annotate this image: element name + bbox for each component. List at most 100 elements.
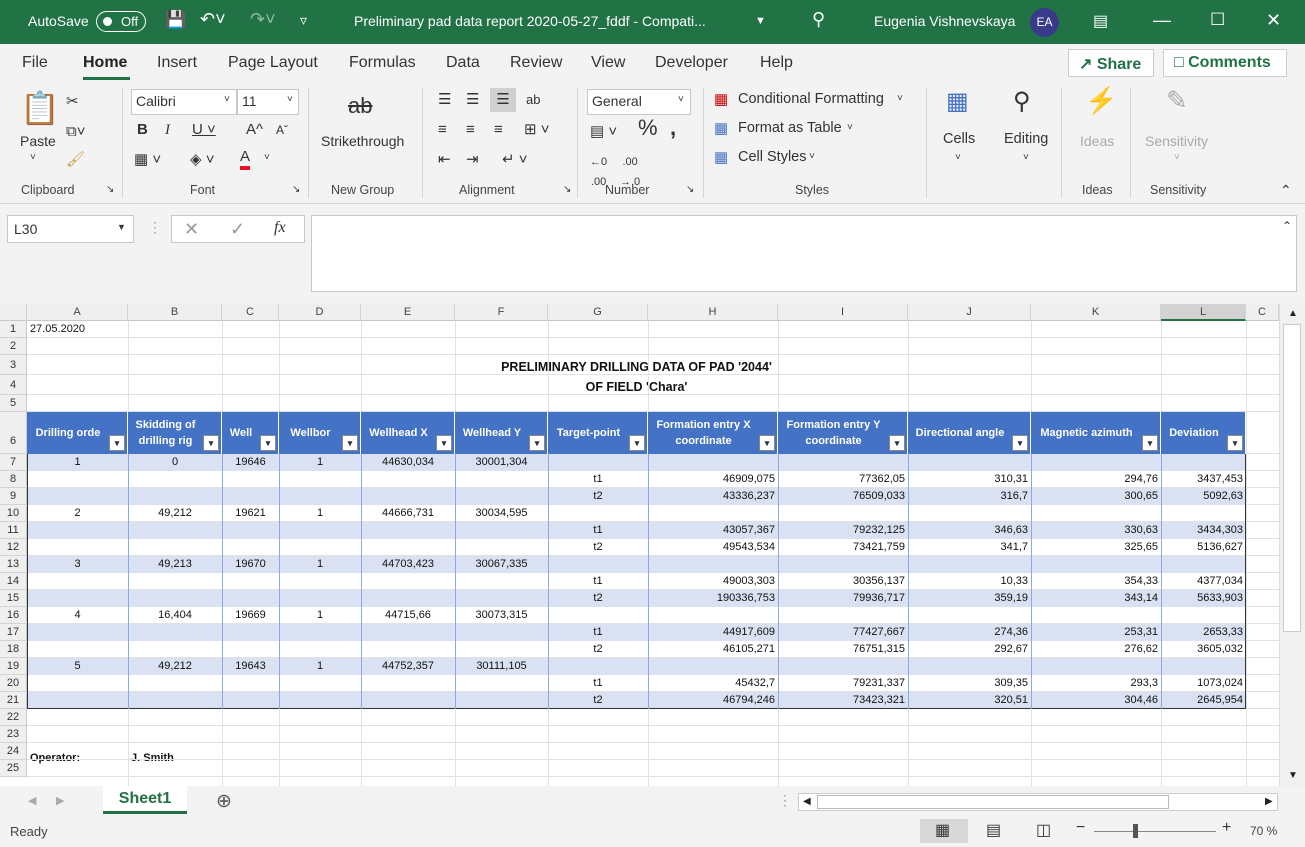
table-cell[interactable] [222, 692, 279, 709]
align-center-icon[interactable]: ≡ [466, 120, 475, 140]
table-cell[interactable]: t1 [548, 522, 648, 539]
table-cell[interactable] [27, 471, 128, 488]
row-header[interactable]: 17 [0, 624, 27, 641]
sheet-tab-sheet1[interactable]: Sheet1 [103, 786, 187, 814]
scroll-down-icon[interactable]: ▼ [1288, 770, 1298, 781]
scroll-left-icon[interactable]: ◀ [803, 796, 811, 807]
column-header-f[interactable]: F [455, 304, 548, 321]
table-cell[interactable]: 45432,7 [648, 675, 778, 692]
table-cell[interactable] [361, 573, 455, 590]
table-cell[interactable] [128, 539, 222, 556]
table-cell[interactable]: 2645,954 [1161, 692, 1246, 709]
table-cell[interactable]: 19643 [222, 658, 279, 675]
normal-view-button[interactable]: ▦ [920, 819, 968, 843]
cut-icon[interactable]: ✂ [66, 92, 79, 112]
column-header-cell[interactable]: Formation entry Y coordinate ▾ [778, 412, 908, 454]
column-header-cell[interactable]: Wellbor ▾ [279, 412, 361, 454]
table-cell[interactable]: 79232,125 [778, 522, 908, 539]
row-header[interactable]: 13 [0, 556, 27, 573]
table-cell[interactable]: t2 [548, 590, 648, 607]
row-header[interactable]: 25 [0, 760, 27, 777]
column-header-cell[interactable]: Directional angle ▾ [908, 412, 1031, 454]
table-cell[interactable] [27, 675, 128, 692]
table-cell[interactable]: 276,62 [1031, 641, 1161, 658]
row-header[interactable]: 15 [0, 590, 27, 607]
align-right-icon[interactable]: ≡ [494, 120, 503, 140]
table-cell[interactable] [361, 488, 455, 505]
table-cell[interactable] [361, 675, 455, 692]
table-cell[interactable] [548, 658, 648, 675]
close-icon[interactable]: ✕ [1266, 10, 1281, 31]
hscroll-thumb[interactable] [817, 795, 1169, 809]
row-header[interactable]: 18 [0, 641, 27, 658]
column-header-g[interactable]: G [548, 304, 648, 321]
table-cell[interactable]: 43336,237 [648, 488, 778, 505]
accounting-format-icon[interactable]: ▤ ˅ [590, 122, 617, 142]
paste-icon[interactable]: 📋 [20, 90, 60, 126]
column-header-cell[interactable]: Well ▾ [222, 412, 279, 454]
tab-developer[interactable]: Developer [655, 54, 728, 72]
expand-formula-icon[interactable]: ⌃ [1282, 219, 1292, 233]
table-cell[interactable]: 359,19 [908, 590, 1031, 607]
row-header[interactable]: 16 [0, 607, 27, 624]
table-cell[interactable] [279, 522, 361, 539]
drag-handle-icon[interactable]: ⋮ [148, 219, 162, 236]
table-cell[interactable] [279, 488, 361, 505]
align-bottom-icon[interactable]: ☰ [490, 88, 516, 112]
filter-dropdown-icon[interactable]: ▾ [759, 435, 775, 451]
zoom-slider-thumb[interactable] [1133, 824, 1138, 838]
cancel-icon[interactable]: ✕ [184, 219, 199, 240]
enter-icon[interactable]: ✓ [230, 219, 245, 240]
table-cell[interactable] [548, 454, 648, 471]
font-name-select[interactable]: Calibri [131, 89, 237, 115]
filter-dropdown-icon[interactable]: ▾ [629, 435, 645, 451]
increase-indent-icon[interactable]: ⇥ [466, 150, 479, 170]
filter-dropdown-icon[interactable]: ▾ [203, 435, 219, 451]
table-cell[interactable] [361, 692, 455, 709]
table-cell[interactable]: 30034,595 [455, 505, 548, 522]
table-cell[interactable]: 1 [279, 607, 361, 624]
row-header[interactable]: 8 [0, 471, 27, 488]
table-cell[interactable]: 19646 [222, 454, 279, 471]
table-cell[interactable]: 44752,357 [361, 658, 455, 675]
table-cell[interactable]: 44703,423 [361, 556, 455, 573]
comma-style-icon[interactable]: , [670, 117, 676, 139]
table-cell[interactable] [908, 607, 1031, 624]
paste-dropdown-icon[interactable]: ˅ [30, 152, 36, 163]
table-cell[interactable] [279, 539, 361, 556]
table-cell[interactable]: t1 [548, 675, 648, 692]
table-cell[interactable]: t2 [548, 539, 648, 556]
cells-button[interactable]: Cells [943, 131, 975, 147]
table-cell[interactable]: t1 [548, 573, 648, 590]
table-cell[interactable] [279, 641, 361, 658]
avatar[interactable]: EA [1030, 8, 1059, 37]
table-cell[interactable] [361, 539, 455, 556]
tab-insert[interactable]: Insert [157, 54, 197, 72]
table-cell[interactable] [455, 692, 548, 709]
table-cell[interactable]: 341,7 [908, 539, 1031, 556]
table-cell[interactable]: 0 [128, 454, 222, 471]
filter-dropdown-icon[interactable]: ▾ [342, 435, 358, 451]
table-cell[interactable]: 1073,024 [1161, 675, 1246, 692]
tab-help[interactable]: Help [760, 54, 793, 72]
title-dropdown-icon[interactable]: ▼ [755, 15, 766, 27]
table-cell[interactable] [778, 658, 908, 675]
orientation-icon[interactable]: ab [526, 90, 540, 110]
save-icon[interactable]: 💾 [165, 10, 186, 30]
table-cell[interactable]: 3437,453 [1161, 471, 1246, 488]
tab-formulas[interactable]: Formulas [349, 54, 416, 72]
collapse-ribbon-icon[interactable]: ⌃ [1280, 182, 1292, 199]
table-cell[interactable] [455, 488, 548, 505]
table-cell[interactable] [27, 539, 128, 556]
maximize-icon[interactable]: ☐ [1210, 10, 1225, 30]
table-cell[interactable] [778, 454, 908, 471]
wrap-text-icon[interactable]: ↵ ˅ [502, 150, 528, 170]
table-cell[interactable] [222, 539, 279, 556]
table-cell[interactable] [128, 573, 222, 590]
align-top-icon[interactable]: ☰ [438, 90, 451, 110]
table-cell[interactable] [222, 590, 279, 607]
table-cell[interactable] [548, 505, 648, 522]
table-cell[interactable]: 1 [279, 556, 361, 573]
scroll-up-icon[interactable]: ▲ [1288, 308, 1298, 319]
column-header-cell[interactable]: Wellhead X ▾ [361, 412, 455, 454]
